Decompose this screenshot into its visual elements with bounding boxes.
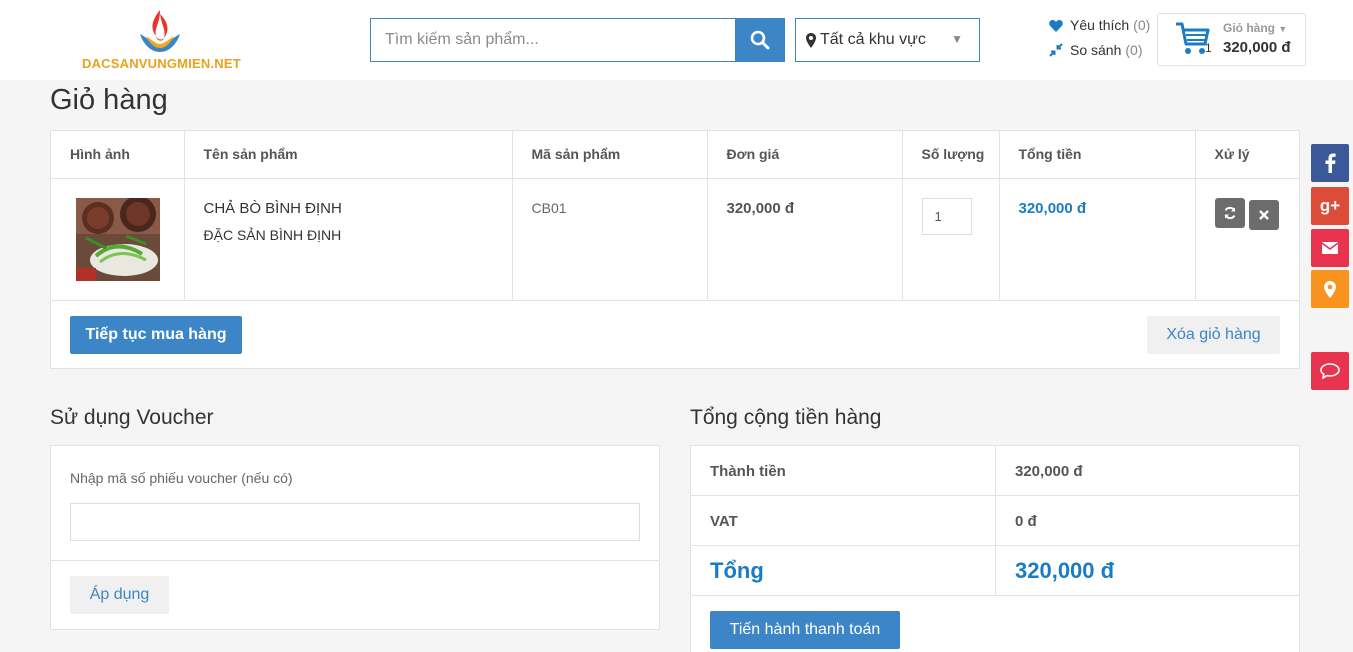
apply-voucher-button[interactable]: Áp dụng (70, 576, 169, 614)
grand-total-value: 320,000 đ (1015, 558, 1115, 583)
compare-icon (1049, 43, 1065, 57)
logo-text: DACSANVUNGMIEN.NET (82, 56, 241, 71)
quantity-input[interactable] (921, 197, 972, 235)
search-icon (750, 30, 770, 50)
map-pin-icon (806, 32, 816, 48)
search-input[interactable] (371, 19, 736, 61)
checkout-button[interactable]: Tiến hành thanh toán (710, 611, 900, 649)
google-plus-icon: g+ (1319, 196, 1341, 215)
email-share-button[interactable] (1311, 229, 1349, 267)
col-header-quantity: Số lượng (902, 131, 1000, 179)
wishlist-label: Yêu thích (1070, 17, 1130, 33)
wishlist-link[interactable]: Yêu thích (0) (1049, 17, 1150, 33)
update-button[interactable] (1214, 197, 1245, 228)
google-plus-share-button[interactable]: g+ (1311, 187, 1349, 225)
search-button[interactable] (735, 18, 785, 62)
product-price-cell: 320,000 đ (707, 178, 903, 301)
subtotal-row: Thành tiền 320,000 đ (691, 446, 1299, 496)
product-actions-cell (1195, 178, 1299, 301)
product-total-cell: 320,000 đ (999, 178, 1196, 301)
product-quantity-cell (902, 178, 1000, 301)
product-name[interactable]: CHẢ BÒ BÌNH ĐỊNH (204, 200, 512, 217)
close-icon (1259, 209, 1270, 220)
cart-qty: 1 (1205, 41, 1212, 55)
clear-cart-button[interactable]: Xóa giỏ hàng (1147, 316, 1280, 354)
cart-table: Hình ảnh Tên sản phẩm Mã sản phẩm Đơn gi… (51, 131, 1299, 301)
header-cart[interactable]: 1 Giỏ hàng ▼ 320,000 đ (1157, 13, 1306, 66)
voucher-label: Nhập mã số phiếu voucher (nếu có) (70, 470, 293, 486)
product-name-cell: CHẢ BÒ BÌNH ĐỊNH ĐẶC SẢN BÌNH ĐỊNH (184, 178, 513, 301)
voucher-input[interactable] (70, 503, 640, 541)
location-button[interactable] (1311, 270, 1349, 308)
region-label: Tất cả khu vực (820, 31, 926, 48)
continue-shopping-button[interactable]: Tiếp tục mua hàng (70, 316, 242, 354)
refresh-icon (1224, 206, 1235, 219)
totals-panel: Thành tiền 320,000 đ VAT 0 đ Tổng 320,00… (690, 445, 1300, 652)
facebook-icon (1325, 153, 1336, 173)
col-header-actions: Xử lý (1195, 131, 1299, 179)
cart-total: 320,000 đ (1223, 39, 1291, 56)
product-code-cell: CB01 (512, 178, 708, 301)
chat-icon (1320, 363, 1340, 379)
chat-button[interactable] (1311, 352, 1349, 390)
product-image-cell (51, 178, 185, 301)
cart-label: Giỏ hàng ▼ (1223, 21, 1288, 35)
site-logo[interactable]: DACSANVUNGMIEN.NET (82, 6, 242, 74)
col-header-price: Đơn giá (707, 131, 903, 179)
facebook-share-button[interactable] (1311, 144, 1349, 182)
compare-count: (0) (1125, 42, 1143, 58)
table-row: CHẢ BÒ BÌNH ĐỊNH ĐẶC SẢN BÌNH ĐỊNH CB01 … (51, 178, 1299, 301)
remove-item-button[interactable] (1249, 199, 1280, 230)
table-header-row: Hình ảnh Tên sản phẩm Mã sản phẩm Đơn gi… (51, 131, 1299, 179)
product-total: 320,000 đ (1018, 199, 1087, 217)
product-code: CB01 (531, 199, 567, 216)
search-bar (370, 18, 785, 62)
product-category: ĐẶC SẢN BÌNH ĐỊNH (203, 226, 342, 243)
subtotal-value: 320,000 đ (1015, 462, 1083, 480)
product-price: 320,000 đ (726, 199, 795, 217)
logo-flame-icon (140, 10, 180, 52)
totals-title: Tổng cộng tiền hàng (690, 406, 882, 429)
chevron-down-icon: ▼ (951, 32, 963, 46)
product-image[interactable] (76, 197, 160, 281)
subtotal-label: Thành tiền (710, 462, 786, 480)
site-header: DACSANVUNGMIEN.NET Tất cả khu vực ▼ Yêu … (0, 0, 1353, 80)
vat-value: 0 đ (1015, 512, 1037, 530)
compare-label: So sánh (1070, 42, 1122, 58)
wishlist-count: (0) (1133, 17, 1151, 33)
email-icon (1322, 242, 1338, 254)
divider (51, 560, 659, 561)
page-title: Giỏ hàng (50, 84, 168, 116)
compare-link[interactable]: So sánh (0) (1049, 42, 1143, 58)
voucher-panel: Nhập mã số phiếu voucher (nếu có) Áp dụn… (50, 445, 660, 630)
col-header-total: Tổng tiền (999, 131, 1196, 179)
chevron-down-icon: ▼ (1278, 24, 1288, 34)
region-select[interactable]: Tất cả khu vực ▼ (795, 18, 980, 62)
col-header-image: Hình ảnh (51, 131, 185, 179)
heart-icon (1049, 19, 1065, 32)
vat-label: VAT (710, 512, 738, 530)
location-icon (1324, 280, 1336, 298)
vat-row: VAT 0 đ (691, 496, 1299, 546)
grand-total-row: Tổng 320,000 đ (691, 546, 1299, 596)
voucher-title: Sử dụng Voucher (50, 406, 214, 429)
col-header-code: Mã sản phẩm (512, 131, 708, 179)
col-header-name: Tên sản phẩm (184, 131, 513, 179)
grand-total-label: Tổng (710, 558, 764, 583)
cart-panel: Hình ảnh Tên sản phẩm Mã sản phẩm Đơn gi… (50, 130, 1300, 369)
